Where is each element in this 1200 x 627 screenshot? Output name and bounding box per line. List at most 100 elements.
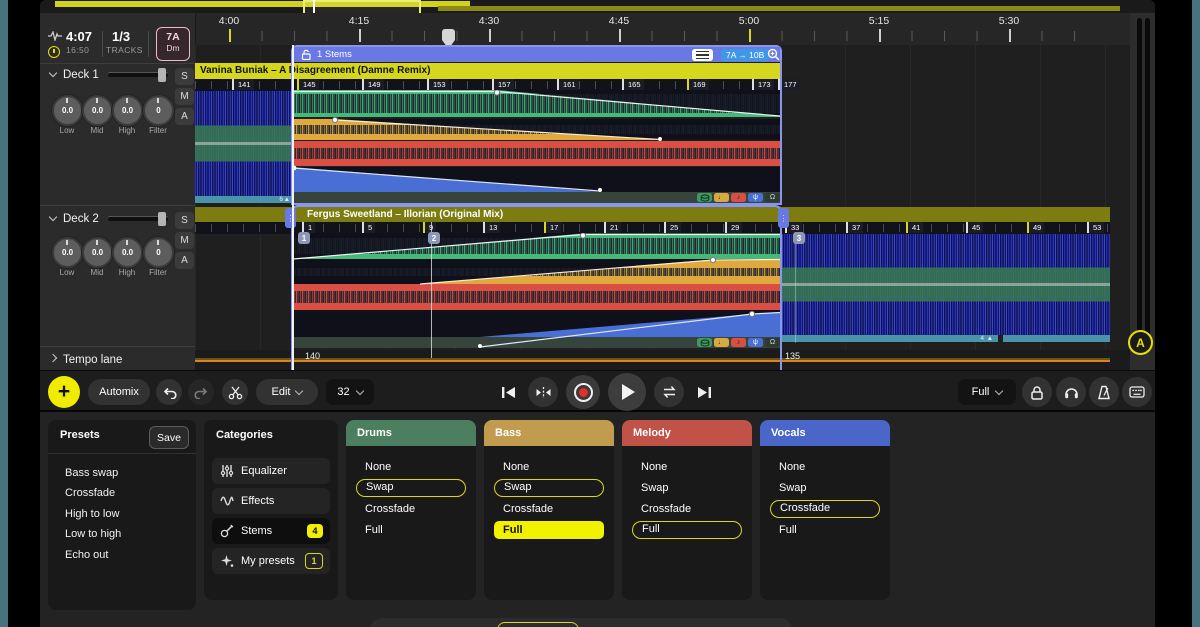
split-at-playhead-button[interactable]: [528, 377, 558, 407]
footer-selected-pill[interactable]: [497, 622, 579, 627]
tempo-lane-toggle[interactable]: Tempo lane: [50, 354, 122, 366]
stem-option-bass-full[interactable]: Full: [494, 521, 604, 539]
deck2-low-knob[interactable]: 0.0: [52, 237, 83, 268]
stems-panel-title: 1 Stems: [317, 47, 352, 62]
deck2-volume-slider[interactable]: [108, 217, 168, 221]
transition-right-handle[interactable]: ⋮: [778, 208, 789, 228]
stem-option-vocals-none[interactable]: None: [770, 458, 880, 476]
stem-column-melody: MelodyNoneSwapCrossfadeFull: [622, 420, 752, 600]
footer-toolbar[interactable]: [370, 618, 792, 627]
deck2-solo-button[interactable]: S: [175, 212, 194, 229]
timeline-minimap[interactable]: [40, 0, 1155, 13]
preset-item[interactable]: Bass swap: [65, 467, 118, 479]
key-badge[interactable]: 7A Dm: [156, 27, 190, 61]
category-item-stems[interactable]: Stems4: [212, 518, 330, 544]
automix-button[interactable]: Automix: [88, 379, 150, 405]
category-item-my-presets[interactable]: My presets1: [212, 548, 330, 574]
category-item-effects[interactable]: Effects: [212, 488, 330, 514]
stem-option-drums-full[interactable]: Full: [356, 521, 466, 539]
stem-option-bass-swap[interactable]: Swap: [494, 479, 604, 497]
stem-option-drums-crossfade[interactable]: Crossfade: [356, 500, 466, 518]
redo-button[interactable]: [188, 379, 214, 405]
key-transition-badge[interactable]: 7A → 10B: [721, 49, 769, 61]
deck1-high-knob[interactable]: 0.0: [112, 95, 143, 126]
deck1-low-knob[interactable]: 0.0: [52, 95, 83, 126]
preset-item[interactable]: Low to high: [65, 528, 121, 540]
save-preset-button[interactable]: Save: [149, 426, 189, 449]
stem-column-vocals: VocalsNoneSwapCrossfadeFull: [760, 420, 890, 600]
skip-to-end-button[interactable]: [692, 381, 716, 403]
record-button[interactable]: [566, 375, 600, 409]
stem-option-melody-swap[interactable]: Swap: [632, 479, 742, 497]
zoom-magnifier-icon[interactable]: [767, 48, 780, 61]
stem-column-bass: BassNoneSwapCrossfadeFull: [484, 420, 614, 600]
stem-option-bass-crossfade[interactable]: Crossfade: [494, 500, 604, 518]
slider-thumb[interactable]: [158, 212, 166, 226]
category-badge: 4: [307, 524, 323, 538]
meter-right: [1145, 18, 1150, 348]
stem-option-vocals-full[interactable]: Full: [770, 521, 880, 539]
play-button[interactable]: [608, 373, 646, 411]
edit-menu-button[interactable]: Edit: [256, 379, 318, 405]
time-ruler[interactable]: − + ≪ ≫ 4:004:154:304:455:005:155:30: [195, 13, 1130, 46]
deck2-filter-knob[interactable]: 0: [143, 237, 174, 268]
stem-option-bass-none[interactable]: None: [494, 458, 604, 476]
deck1-mute-button[interactable]: M: [175, 88, 194, 105]
categories-title: Categories: [216, 429, 273, 441]
stems-menu-button[interactable]: [692, 49, 713, 61]
unlock-icon[interactable]: [301, 49, 312, 60]
quality-dropdown[interactable]: Full: [958, 379, 1016, 405]
deck1-autogain-button[interactable]: A: [175, 108, 194, 125]
track1-waveform[interactable]: [195, 91, 293, 196]
chevron-down-icon: [49, 69, 57, 77]
loop-button[interactable]: [654, 377, 684, 407]
deck2-mid-knob[interactable]: 0.0: [82, 237, 113, 268]
deck2-autogain-button[interactable]: A: [175, 252, 194, 269]
lock-button[interactable]: [1022, 377, 1052, 407]
track2-section-bar[interactable]: [1003, 335, 1110, 342]
category-item-equalizer[interactable]: Equalizer: [212, 458, 330, 484]
metronome-button[interactable]: [1089, 377, 1119, 407]
preset-item[interactable]: Crossfade: [65, 487, 115, 499]
cue-marker-3[interactable]: 3: [793, 232, 805, 244]
deck1-volume-slider[interactable]: [108, 73, 168, 77]
skip-to-start-button[interactable]: [496, 381, 520, 403]
track2-waveform[interactable]: [780, 234, 1110, 335]
deck1-mid-knob[interactable]: 0.0: [82, 95, 113, 126]
stems-panel-track1[interactable]: 1 Stems 7A → 10B: [291, 45, 782, 205]
stem-option-drums-swap[interactable]: Swap: [356, 479, 466, 497]
track1-section-bar[interactable]: 6 ▲: [195, 196, 293, 203]
automix-logo[interactable]: A: [1128, 330, 1153, 355]
shortcuts-button[interactable]: [1122, 377, 1152, 407]
stem-option-drums-none[interactable]: None: [356, 458, 466, 476]
deck1-header[interactable]: Deck 1: [50, 69, 99, 81]
transition-editor-panel: Presets Save Bass swapCrossfadeHigh to l…: [40, 412, 1155, 627]
stem-option-vocals-crossfade[interactable]: Crossfade: [770, 500, 880, 518]
undo-button[interactable]: [156, 379, 182, 405]
arrangement-timeline[interactable]: Vanina Buniak – A Disagreement (Damne Re…: [195, 45, 1130, 370]
stems-panel-header[interactable]: 1 Stems 7A → 10B: [293, 47, 780, 62]
preset-item[interactable]: Echo out: [65, 549, 108, 561]
knob-label: Filter: [138, 268, 178, 277]
stem-option-melody-full[interactable]: Full: [632, 521, 742, 539]
deck2-header[interactable]: Deck 2: [50, 213, 99, 225]
deck1-solo-button[interactable]: S: [175, 68, 194, 85]
track2-section-bar[interactable]: 4 ▲: [780, 335, 998, 342]
stem-option-vocals-swap[interactable]: Swap: [770, 479, 880, 497]
preset-item[interactable]: High to low: [65, 508, 119, 520]
cue-headphones-button[interactable]: [1056, 377, 1086, 407]
divider: [102, 31, 103, 57]
stem-option-melody-none[interactable]: None: [632, 458, 742, 476]
stem-option-melody-crossfade[interactable]: Crossfade: [632, 500, 742, 518]
deck2-high-knob[interactable]: 0.0: [112, 237, 143, 268]
deck2-mute-button[interactable]: M: [175, 232, 194, 249]
add-track-button[interactable]: +: [48, 376, 80, 408]
split-cut-button[interactable]: [222, 379, 248, 405]
beat-label: 53: [1087, 222, 1104, 233]
slider-thumb[interactable]: [158, 68, 166, 82]
deck1-filter-knob[interactable]: 0: [143, 95, 174, 126]
transition-left-handle[interactable]: ⋮: [285, 208, 296, 228]
divider: [40, 346, 195, 347]
stems-panel-track2[interactable]: [291, 205, 782, 370]
grid-size-dropdown[interactable]: 32: [326, 379, 374, 405]
